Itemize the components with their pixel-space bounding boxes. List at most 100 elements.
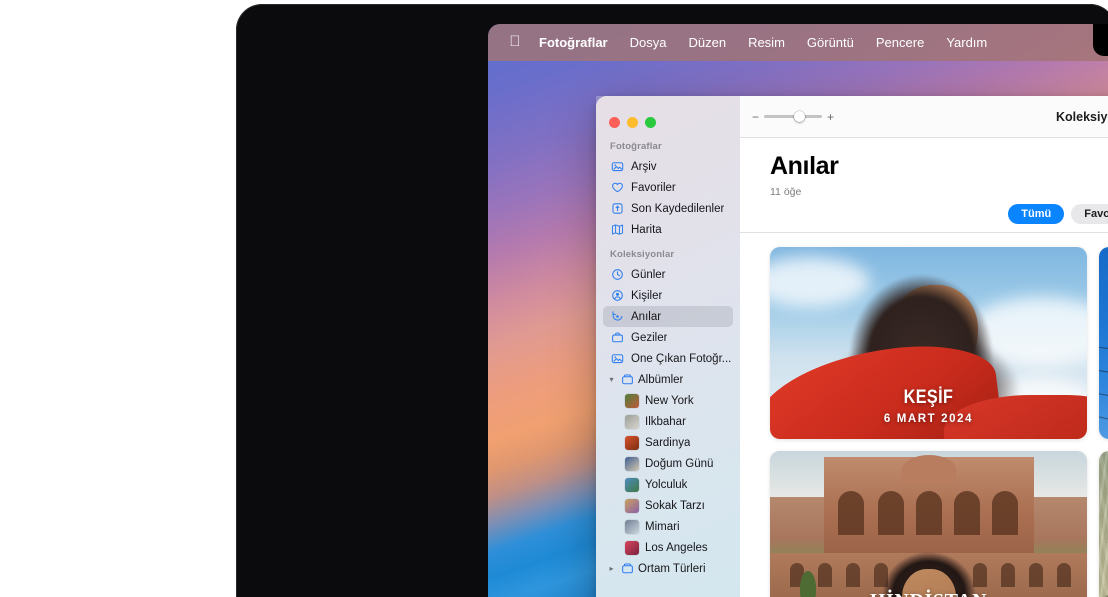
screenshot-root:  Fotoğraflar Dosya Düzen Resim Görüntü … — [0, 0, 1108, 597]
memories-content: Anılar 11 öğe Tümü Favoriler — [740, 138, 1108, 597]
sidebar-item-label: Anılar — [631, 311, 661, 323]
memory-card[interactable]: KEŞİF 6 MART 2024 — [770, 247, 1087, 439]
macbook-bezel:  Fotoğraflar Dosya Düzen Resim Görüntü … — [236, 4, 1108, 597]
sidebar-item-geziler[interactable]: Geziler — [603, 327, 733, 348]
sidebar-album-label: Sokak Tarzı — [645, 500, 705, 512]
menu-item-pencere[interactable]: Pencere — [865, 35, 935, 50]
sidebar-album-sokak-tarzi[interactable]: Sokak Tarzı — [603, 495, 733, 516]
trips-icon — [610, 331, 624, 345]
sidebar-item-harita[interactable]: Harita — [603, 219, 733, 240]
sidebar-section-photos: Fotoğraflar — [596, 132, 740, 156]
zoom-button[interactable] — [645, 117, 656, 128]
menu-item-duzen[interactable]: Düzen — [677, 35, 737, 50]
menu-item-yardim[interactable]: Yardım — [935, 35, 998, 50]
person-icon — [610, 289, 624, 303]
zoom-slider[interactable]: − + — [752, 110, 834, 124]
sidebar-album-ilkbahar[interactable]: İlkbahar — [603, 411, 733, 432]
sidebar-album-mimari[interactable]: Mimari — [603, 516, 733, 537]
sidebar-section-collections: Koleksiyonlar — [596, 240, 740, 264]
close-button[interactable] — [609, 117, 620, 128]
sidebar-item-label: Arşiv — [631, 161, 657, 173]
memory-caption: Sahil Günleri DÜNDEN BUGÜNE — [1099, 591, 1108, 597]
sidebar-group-albumler[interactable]: ▾ Albümler — [603, 369, 733, 390]
toolbar: − + Koleksiyonlar — [740, 96, 1108, 138]
macbook-screen-inner:  Fotoğraflar Dosya Düzen Resim Görüntü … — [488, 24, 1108, 597]
zoom-in-label[interactable]: + — [827, 110, 834, 124]
memory-card[interactable]: Sahil Günleri DÜNDEN BUGÜNE — [1099, 451, 1108, 597]
sidebar-item-label: Son Kaydedilenler — [631, 203, 724, 215]
sidebar-item-label: Harita — [631, 224, 662, 236]
zoom-slider-knob[interactable] — [794, 111, 805, 122]
menu-item-app[interactable]: Fotoğraflar — [528, 35, 619, 50]
sidebar-item-kisiler[interactable]: Kişiler — [603, 285, 733, 306]
memory-date: 6 MART 2024 — [778, 413, 1079, 425]
zoom-out-label[interactable]: − — [752, 110, 759, 124]
memory-photo — [770, 451, 1087, 597]
album-thumbnail — [625, 436, 639, 450]
menu-item-goruntu[interactable]: Görüntü — [796, 35, 865, 50]
sidebar-item-anilar[interactable]: Anılar — [603, 306, 733, 327]
sidebar-item-label: Geziler — [631, 332, 667, 344]
album-thumbnail — [625, 457, 639, 471]
sidebar-item-label: Günler — [631, 269, 666, 281]
menu-item-resim[interactable]: Resim — [737, 35, 796, 50]
menu-item-dosya[interactable]: Dosya — [619, 35, 678, 50]
filter-tab-favoriler[interactable]: Favoriler — [1071, 204, 1108, 224]
sidebar-group-label: Ortam Türleri — [638, 563, 706, 575]
toolbar-right-group: Koleksiyonlar — [1056, 102, 1108, 132]
apple-logo-icon[interactable]:  — [502, 34, 528, 51]
sidebar-item-label: Favoriler — [631, 182, 676, 194]
toolbar-title: Koleksiyonlar — [1056, 110, 1108, 124]
minimize-button[interactable] — [627, 117, 638, 128]
sidebar-group-label: Albümler — [638, 374, 683, 386]
sidebar-album-label: Los Angeles — [645, 542, 708, 554]
macos-menu-bar[interactable]:  Fotoğraflar Dosya Düzen Resim Görüntü … — [488, 24, 1108, 61]
clock-icon — [610, 268, 624, 282]
filter-tab-tumu[interactable]: Tümü — [1008, 204, 1064, 224]
sidebar-item-label: Öne Çıkan Fotoğr... — [631, 353, 731, 365]
featured-photos-icon — [610, 352, 624, 366]
memory-card[interactable]: Aile Gezisi AĞUSTOS 2023 — [1099, 247, 1108, 439]
memory-caption: KEŞİF 6 MART 2024 — [770, 388, 1087, 425]
albums-icon — [620, 373, 634, 387]
map-icon — [610, 223, 624, 237]
sidebar-album-sardinya[interactable]: Sardinya — [603, 432, 733, 453]
sidebar-album-label: Mimari — [645, 521, 680, 533]
chevron-down-icon[interactable]: ▾ — [607, 375, 616, 384]
filter-segmented-control[interactable]: Tümü Favoriler — [770, 204, 1108, 224]
sidebar-item-one-cikan-fotograflar[interactable]: Öne Çıkan Fotoğr... — [603, 348, 733, 369]
sidebar-album-new-york[interactable]: New York — [603, 390, 733, 411]
sidebar-item-gunler[interactable]: Günler — [603, 264, 733, 285]
zoom-slider-track[interactable] — [764, 115, 822, 118]
sidebar: Fotoğraflar Arşiv — [596, 96, 740, 597]
memory-photo — [1099, 451, 1108, 597]
chevron-right-icon[interactable]: ▸ — [607, 564, 616, 573]
photos-app-window: Fotoğraflar Arşiv — [596, 96, 1108, 597]
memory-card[interactable]: HİNDİSTAN ARALIK 2023 — [770, 451, 1087, 597]
main-content-area: − + Koleksiyonlar — [740, 96, 1108, 597]
sidebar-album-label: New York — [645, 395, 694, 407]
memory-caption: Aile Gezisi AĞUSTOS 2023 — [1099, 387, 1108, 425]
sidebar-album-dogum-gunu[interactable]: Doğum Günü — [603, 453, 733, 474]
sidebar-album-label: Sardinya — [645, 437, 690, 449]
sidebar-item-son-kaydedilenler[interactable]: Son Kaydedilenler — [603, 198, 733, 219]
sidebar-item-arsiv[interactable]: Arşiv — [603, 156, 733, 177]
memory-caption: HİNDİSTAN ARALIK 2023 — [770, 591, 1087, 597]
sidebar-item-favoriler[interactable]: Favoriler — [603, 177, 733, 198]
sidebar-album-label: Yolculuk — [645, 479, 687, 491]
memory-title: HİNDİSTAN — [778, 591, 1079, 597]
sidebar-album-label: İlkbahar — [645, 416, 686, 428]
sidebar-album-yolculuk[interactable]: Yolculuk — [603, 474, 733, 495]
heart-icon — [610, 181, 624, 195]
library-icon — [610, 160, 624, 174]
item-count: 11 öğe — [770, 186, 1108, 198]
memories-grid: KEŞİF 6 MART 2024 — [740, 233, 1108, 597]
sidebar-album-los-angeles[interactable]: Los Angeles — [603, 537, 733, 558]
window-controls[interactable] — [596, 106, 740, 132]
sidebar-item-label: Kişiler — [631, 290, 662, 302]
album-thumbnail — [625, 520, 639, 534]
sidebar-album-label: Doğum Günü — [645, 458, 713, 470]
album-thumbnail — [625, 415, 639, 429]
album-thumbnail — [625, 541, 639, 555]
sidebar-group-ortam-turleri[interactable]: ▸ Ortam Türleri — [603, 558, 733, 579]
